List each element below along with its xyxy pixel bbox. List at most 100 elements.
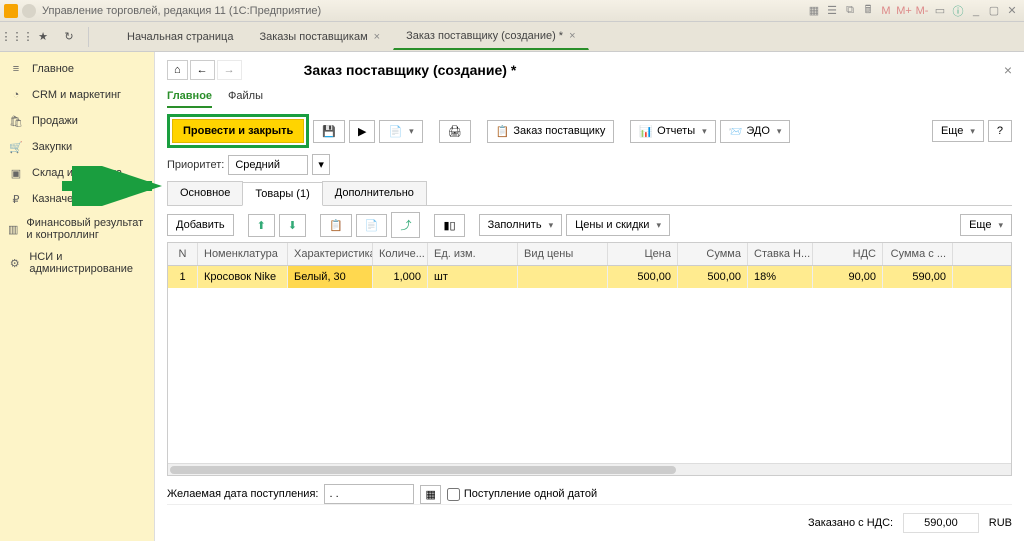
sidebar-item-purchases[interactable]: 🛒Закупки bbox=[0, 134, 154, 160]
priority-dropdown-button[interactable]: ▾ bbox=[312, 154, 330, 175]
home-button[interactable]: ⌂ bbox=[167, 60, 188, 80]
tab-close-icon[interactable]: × bbox=[569, 30, 575, 42]
footer: Заказано с НДС: 590,00 RUB bbox=[167, 504, 1012, 533]
box-icon: ▣ bbox=[8, 165, 24, 181]
sidebar-item-crm[interactable]: ◔CRM и маркетинг bbox=[0, 82, 154, 108]
link-button[interactable]: ⤴ bbox=[391, 212, 420, 238]
paste-button[interactable]: 📄 bbox=[356, 214, 388, 237]
currency-label: RUB bbox=[989, 517, 1012, 529]
nav-forward-button[interactable]: → bbox=[217, 60, 242, 80]
window-tool-icon[interactable]: M bbox=[878, 4, 894, 18]
th-sum-vat[interactable]: Сумма с ... bbox=[883, 243, 953, 265]
window-tool-icon[interactable]: M- bbox=[914, 4, 930, 18]
window-buttons: ▦ ☰ ⧉ 🖩 M M+ M- ▭ ⓘ _ ▢ ✕ bbox=[806, 4, 1020, 18]
prices-button[interactable]: Цены и скидки bbox=[566, 214, 670, 236]
th-vat-rate[interactable]: Ставка Н... bbox=[748, 243, 813, 265]
post-button[interactable]: ▶ bbox=[349, 120, 375, 143]
create-based-button[interactable]: 📄 bbox=[379, 120, 422, 143]
goods-more-button[interactable]: Еще bbox=[960, 214, 1012, 236]
back-icon[interactable] bbox=[22, 4, 36, 18]
order-supplier-button[interactable]: 📋 Заказ поставщику bbox=[487, 120, 615, 143]
th-unit[interactable]: Ед. изм. bbox=[428, 243, 518, 265]
window-tool-icon[interactable]: ▭ bbox=[932, 4, 948, 18]
pie-icon: ◔ bbox=[8, 87, 24, 103]
single-date-label: Поступление одной датой bbox=[464, 488, 597, 500]
apps-icon[interactable]: ⋮⋮⋮ bbox=[6, 26, 28, 48]
bottom-row: Желаемая дата поступления: ▦ Поступление… bbox=[167, 484, 1012, 504]
subtab-files[interactable]: Файлы bbox=[228, 86, 263, 108]
sidebar-item-nsi[interactable]: ⚙НСИ и администрирование bbox=[0, 246, 154, 280]
save-button[interactable]: 💾 bbox=[313, 120, 345, 143]
subtab2-basic[interactable]: Основное bbox=[167, 181, 243, 205]
sidebar-item-sales[interactable]: 🛍Продажи bbox=[0, 108, 154, 134]
fill-button[interactable]: Заполнить bbox=[479, 214, 563, 236]
window-tool-icon[interactable]: 🖩 bbox=[860, 4, 876, 18]
sidebar-item-finresult[interactable]: ▥Финансовый результат и контроллинг bbox=[0, 212, 154, 246]
window-tool-icon[interactable]: ▦ bbox=[806, 4, 822, 18]
total-label: Заказано с НДС: bbox=[808, 517, 893, 529]
window-tool-icon[interactable]: ⓘ bbox=[950, 4, 966, 18]
td-unit: шт bbox=[428, 266, 518, 288]
doc-close-icon[interactable]: × bbox=[1004, 62, 1012, 78]
priority-input[interactable] bbox=[228, 155, 308, 175]
titlebar: Управление торговлей, редакция 11 (1С:Пр… bbox=[0, 0, 1024, 22]
window-tool-icon[interactable]: ⧉ bbox=[842, 4, 858, 18]
edo-button[interactable]: 📨 ЭДО bbox=[720, 120, 791, 143]
tab-close-icon[interactable]: × bbox=[374, 31, 380, 43]
table-header: N Номенклатура Характеристика Количе... … bbox=[168, 243, 1011, 266]
move-up-button[interactable]: ⬆ bbox=[248, 214, 275, 237]
history-icon[interactable]: ↻ bbox=[58, 26, 80, 48]
desired-date-input[interactable] bbox=[324, 484, 414, 504]
th-n[interactable]: N bbox=[168, 243, 198, 265]
barcode-button[interactable]: ▮▯ bbox=[434, 214, 464, 237]
reports-button[interactable]: 📊 Отчеты bbox=[630, 120, 715, 143]
single-date-checkbox-input[interactable] bbox=[447, 488, 460, 501]
copy-button[interactable]: 📋 bbox=[320, 214, 352, 237]
print-button[interactable]: 🖨 bbox=[439, 120, 471, 143]
window-tool-icon[interactable]: ☰ bbox=[824, 4, 840, 18]
add-button[interactable]: Добавить bbox=[167, 214, 234, 236]
td-nom: Кросовок Nike bbox=[198, 266, 288, 288]
move-down-button[interactable]: ⬇ bbox=[279, 214, 306, 237]
ruble-icon: ₽ bbox=[8, 191, 24, 207]
subtab2-extra[interactable]: Дополнительно bbox=[322, 181, 427, 205]
star-icon[interactable]: ★ bbox=[32, 26, 54, 48]
maximize-icon[interactable]: ▢ bbox=[986, 4, 1002, 18]
td-sum: 500,00 bbox=[678, 266, 748, 288]
help-button[interactable]: ? bbox=[988, 120, 1012, 142]
tab-order-create[interactable]: Заказ поставщику (создание) *× bbox=[393, 23, 588, 50]
window-tool-icon[interactable]: M+ bbox=[896, 4, 912, 18]
menu-icon: ≡ bbox=[8, 61, 24, 77]
horizontal-scrollbar[interactable] bbox=[168, 463, 1011, 475]
th-vat[interactable]: НДС bbox=[813, 243, 883, 265]
tab-orders[interactable]: Заказы поставщикам× bbox=[246, 24, 393, 49]
th-price[interactable]: Цена bbox=[608, 243, 678, 265]
th-nom[interactable]: Номенклатура bbox=[198, 243, 288, 265]
priority-row: Приоритет: ▾ bbox=[167, 154, 1012, 175]
subtab2-goods[interactable]: Товары (1) bbox=[242, 182, 322, 206]
th-price-type[interactable]: Вид цены bbox=[518, 243, 608, 265]
th-char[interactable]: Характеристика bbox=[288, 243, 373, 265]
highlight-box: Провести и закрыть bbox=[167, 114, 309, 148]
single-date-checkbox[interactable]: Поступление одной датой bbox=[447, 488, 597, 501]
td-vat-rate: 18% bbox=[748, 266, 813, 288]
nav-back-button[interactable]: ← bbox=[190, 60, 215, 80]
th-sum[interactable]: Сумма bbox=[678, 243, 748, 265]
app-logo-icon bbox=[4, 4, 18, 18]
bag-icon: 🛍 bbox=[8, 113, 24, 129]
subtab-main[interactable]: Главное bbox=[167, 86, 212, 108]
more-button[interactable]: Еще bbox=[932, 120, 984, 142]
minimize-icon[interactable]: _ bbox=[968, 4, 984, 18]
submit-close-button[interactable]: Провести и закрыть bbox=[172, 119, 304, 143]
chart-icon: ▥ bbox=[8, 221, 18, 237]
desired-date-label: Желаемая дата поступления: bbox=[167, 488, 318, 500]
tab-home[interactable]: Начальная страница bbox=[114, 24, 246, 49]
date-picker-button[interactable]: ▦ bbox=[420, 485, 440, 504]
sidebar-item-main[interactable]: ≡Главное bbox=[0, 56, 154, 82]
doc-header: ⌂ ← → Заказ поставщику (создание) * × bbox=[167, 60, 1012, 80]
doc-subtabs2: Основное Товары (1) Дополнительно bbox=[167, 181, 1012, 206]
doc-toolbar: Провести и закрыть 💾 ▶ 📄 🖨 📋 Заказ поста… bbox=[167, 114, 1012, 148]
th-qty[interactable]: Количе... bbox=[373, 243, 428, 265]
table-row[interactable]: 1 Кросовок Nike Белый, 30 1,000 шт 500,0… bbox=[168, 266, 1011, 288]
close-icon[interactable]: ✕ bbox=[1004, 4, 1020, 18]
